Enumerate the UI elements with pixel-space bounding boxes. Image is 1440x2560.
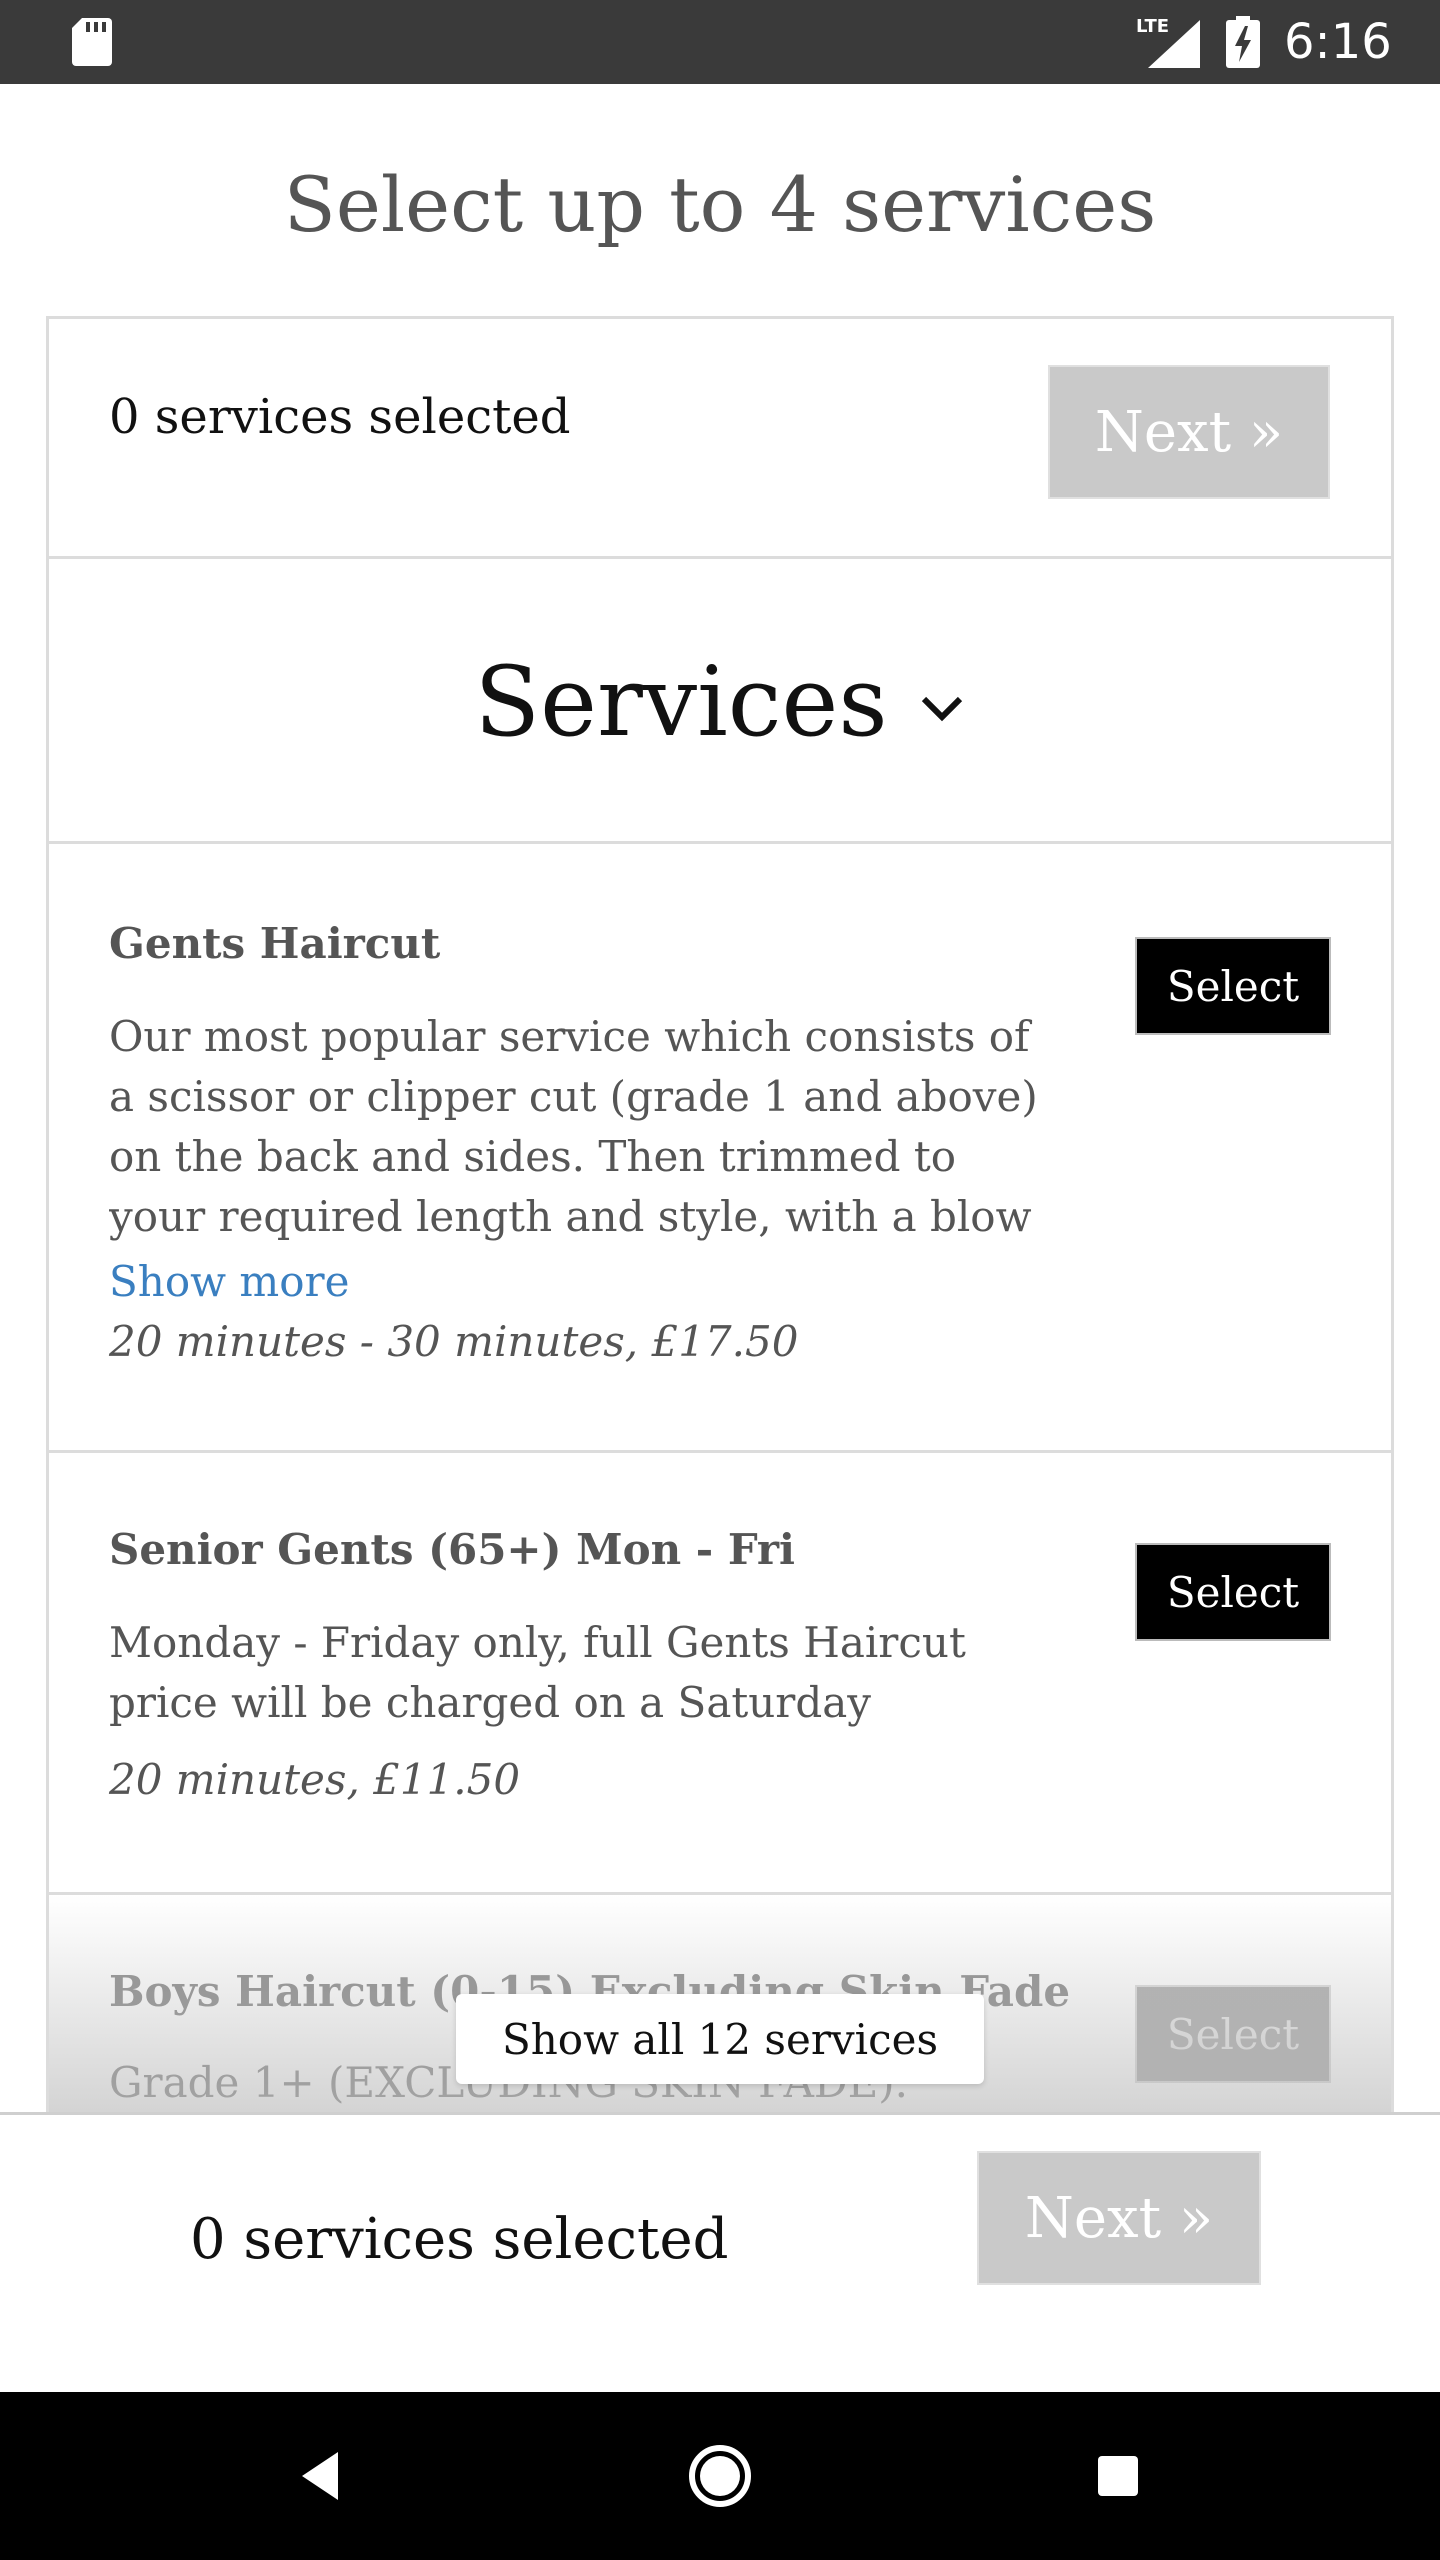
next-button[interactable]: Next » (977, 2151, 1261, 2285)
select-button[interactable]: Select (1135, 937, 1331, 1035)
recents-icon[interactable] (1078, 2436, 1158, 2516)
service-duration-price: 20 minutes, £11.50 (109, 1755, 521, 1804)
home-icon[interactable] (680, 2436, 760, 2516)
navigation-bar (0, 2392, 1440, 2560)
selected-count: 0 services selected (190, 2207, 729, 2272)
battery-charging-icon (1226, 16, 1260, 68)
page-title: Select up to 4 services (283, 160, 1157, 249)
selection-summary: 0 services selected Next » (49, 319, 1391, 559)
clock: 6:16 (1284, 14, 1392, 70)
next-button[interactable]: Next » (1048, 365, 1330, 499)
show-more-link[interactable]: Show more (109, 1257, 349, 1306)
select-button[interactable]: Select (1135, 1985, 1331, 2083)
bottom-selection-bar: 0 services selected Next » (0, 2112, 1440, 2392)
show-all-services-button[interactable]: Show all 12 services (456, 1994, 984, 2084)
service-item: Gents Haircut Our most popular service w… (49, 847, 1391, 1453)
service-duration-price: 20 minutes - 30 minutes, £17.50 (109, 1317, 799, 1366)
services-section-toggle[interactable]: Services (49, 562, 1391, 844)
services-card: 0 services selected Next » Services Gent… (46, 316, 1394, 2116)
selected-count: 0 services selected (109, 389, 571, 445)
service-description: Our most popular service which consists … (109, 1012, 1038, 1241)
sd-card-icon (72, 18, 112, 66)
service-name: Gents Haircut (109, 919, 441, 968)
status-bar: LTE 6:16 (0, 0, 1440, 84)
select-button[interactable]: Select (1135, 1543, 1331, 1641)
service-name: Senior Gents (65+) Mon - Fri (109, 1525, 795, 1574)
service-item: Senior Gents (65+) Mon - Fri Monday - Fr… (49, 1453, 1391, 1895)
service-description: Monday - Friday only, full Gents Haircut… (109, 1618, 966, 1727)
signal-icon (1148, 20, 1200, 68)
back-icon[interactable] (280, 2436, 360, 2516)
chevron-down-icon (921, 696, 962, 721)
section-title: Services (474, 645, 888, 758)
